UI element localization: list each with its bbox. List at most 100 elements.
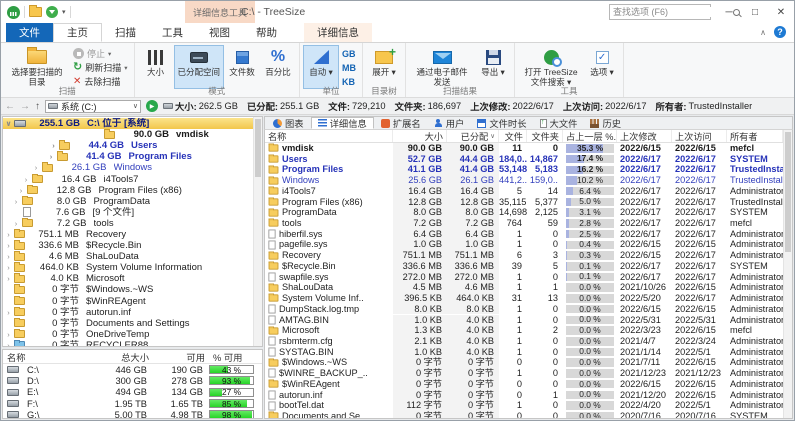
back-icon[interactable]: ← — [5, 101, 15, 112]
open-folder-icon[interactable] — [29, 5, 42, 17]
table-row[interactable]: pagefile.sys 1.0 GB 1.0 GB 1 0 0.4 % 2022/6/15… — [265, 239, 783, 251]
table-row[interactable]: Program Files (x86) 12.8 GB 12.8 GB 35,115 5… — [265, 196, 783, 208]
tree-row[interactable]: › 0 字节 autorun.inf — [3, 306, 253, 318]
expander-icon[interactable]: › — [48, 140, 59, 151]
unit-gb-button[interactable]: GB — [339, 47, 359, 60]
table-row[interactable]: Documents and Se.. 0 字节 0 字节 0 0 0.0 % 2020/7/… — [265, 410, 783, 418]
tree-row[interactable]: › 0 字节 RECYCLER88 — [3, 339, 253, 346]
table-row[interactable]: swapfile.sys 272.0 MB 272.0 MB 1 0 0.1 % 2022/… — [265, 271, 783, 283]
expander-icon[interactable]: › — [16, 185, 27, 196]
mode-file-count-button[interactable]: 文件数 — [224, 45, 260, 89]
drive-row[interactable]: C:\ 446 GB 190 GB 43 % — [3, 364, 262, 375]
drive-row[interactable]: F:\ 1.95 TB 1.65 TB 85 % — [3, 398, 262, 409]
treesize-app-icon[interactable] — [7, 5, 20, 19]
expander-icon[interactable]: › — [3, 262, 14, 273]
drive-column-header[interactable]: 名称 — [3, 350, 91, 364]
search-box[interactable] — [609, 4, 740, 20]
search-input[interactable] — [610, 7, 733, 17]
table-row[interactable]: $WinREAgent 0 字节 0 字节 0 0 0.0 % 2022/6/15 2022/… — [265, 378, 783, 390]
table-row[interactable]: Recovery 751.1 MB 751.1 MB 6 3 0.3 % 2022/6/15… — [265, 250, 783, 261]
stop-scan-button[interactable]: 停止 ▾ — [70, 47, 131, 60]
filter-icon[interactable] — [46, 6, 58, 18]
drive-selector[interactable]: 系统 (C:) ∨ — [45, 99, 141, 113]
tree-row[interactable]: › 8.0 GB ProgramData — [3, 195, 253, 207]
export-button[interactable]: 导出 ▾ — [475, 45, 511, 89]
tree-row[interactable]: › 751.1 MB Recovery — [3, 228, 253, 240]
table-row[interactable]: tools 7.2 GB 7.2 GB 764 59 2.8 % 2022/6/17 2022… — [265, 218, 783, 229]
table-row[interactable]: rsbmterm.cfg 2.1 KB 4.0 KB 1 0 0.0 % 2021/4/7 2… — [265, 335, 783, 347]
table-row[interactable]: ProgramData 8.0 GB 8.0 GB 14,698 2,125 3.1 % 2… — [265, 207, 783, 219]
view-tab-chart[interactable]: 图表 — [267, 117, 310, 129]
tab-details-context[interactable]: 详细信息 — [304, 23, 372, 42]
table-row[interactable]: $WINRE_BACKUP_.. 0 字节 0 字节 1 0 0.0 % 2021/12/2… — [265, 368, 783, 379]
tree-row[interactable]: 90.0 GB vmdisk — [3, 129, 253, 140]
table-row[interactable]: ShaLouData 4.5 MB 4.6 MB 1 1 0.0 % 2021/10/26 2… — [265, 282, 783, 294]
tree-scrollbar-thumb[interactable] — [255, 119, 261, 177]
view-tab-top-files[interactable]: 大文件 — [534, 117, 584, 129]
table-row[interactable]: autorun.inf 0 字节 0 字节 0 1 0.0 % 2021/12/20 2022… — [265, 389, 783, 401]
up-icon[interactable]: ↑ — [35, 101, 40, 112]
tree-row[interactable]: 0 字节 $WinREAgent — [3, 295, 253, 307]
expander-icon[interactable]: › — [3, 229, 14, 240]
expander-icon[interactable]: › — [3, 307, 14, 318]
tab-view[interactable]: 视图 — [196, 23, 243, 42]
tree-row[interactable]: 0 字节 $Windows.~WS — [3, 284, 253, 295]
column-header[interactable]: 占上一层 %.. — [563, 130, 617, 142]
details-scrollbar[interactable] — [783, 130, 792, 418]
expander-icon[interactable]: › — [3, 273, 14, 284]
drive-row[interactable]: G:\ 5.00 TB 4.98 TB 98 % — [3, 409, 262, 418]
tree-row[interactable]: › 4.0 KB Microsoft — [3, 273, 253, 284]
column-header[interactable]: 大小 — [393, 130, 447, 142]
tree-row[interactable]: › 16.4 GB i4Tools7 — [3, 173, 253, 185]
table-row[interactable]: i4Tools7 16.4 GB 16.4 GB 5 14 6.4 % 2022/6/17 2… — [265, 185, 783, 197]
table-row[interactable]: AMTAG.BIN 1.0 KB 4.0 KB 1 0 0.0 % 2022/5/31 202… — [265, 314, 783, 326]
tree-row[interactable]: › 12.8 GB Program Files (x86) — [3, 184, 253, 196]
tab-file[interactable]: 文件 — [6, 23, 53, 42]
mode-size-button[interactable]: 大小 — [138, 45, 174, 89]
table-row[interactable]: System Volume Inf.. 396.5 KB 464.0 KB 31 13 0… — [265, 293, 783, 304]
tree-row[interactable]: › 4.6 MB ShaLouData — [3, 251, 253, 262]
table-row[interactable]: vmdisk 90.0 GB 90.0 GB 11 0 35.3 % 2022/6/15 20… — [265, 143, 783, 154]
view-tab-history[interactable]: 历史 — [584, 117, 627, 129]
drive-column-header[interactable]: 可用 — [153, 350, 209, 364]
tab-help[interactable]: 帮助 — [243, 23, 290, 42]
mode-percent-button[interactable]: % 百分比 — [260, 45, 296, 89]
table-row[interactable]: DumpStack.log.tmp 8.0 KB 8.0 KB 1 0 0.0 % 2022… — [265, 303, 783, 315]
table-row[interactable]: Users 52.7 GB 44.4 GB 184,0.. 14,867 17.4 % 20… — [265, 153, 783, 165]
expander-icon[interactable]: › — [11, 218, 22, 229]
tree-row[interactable]: › 7.2 GB tools — [3, 217, 253, 229]
drive-row[interactable]: E:\ 494 GB 134 GB 27 % — [3, 387, 262, 398]
tree-row[interactable]: › 464.0 KB System Volume Information — [3, 262, 253, 273]
column-header[interactable]: 已分配 ∨ — [447, 130, 499, 142]
drive-column-header[interactable]: 总大小 — [91, 350, 153, 364]
column-header[interactable]: 上次修改 — [617, 130, 672, 142]
close-button[interactable]: ✕ — [768, 1, 794, 23]
view-tab-file-age[interactable]: 文件时长 — [471, 117, 532, 129]
view-tab-details[interactable]: 详细信息 — [310, 117, 374, 129]
tree-row[interactable]: 7.6 GB [9 个文件] — [3, 207, 253, 218]
options-button[interactable]: ✓ 选项 ▾ — [584, 45, 620, 89]
table-row[interactable]: $Recycle.Bin 336.6 MB 336.6 MB 39 5 0.1 % 2022… — [265, 260, 783, 272]
send-email-button[interactable]: 通过电子邮件发送 — [409, 45, 475, 89]
expander-icon[interactable]: › — [3, 340, 14, 346]
mode-allocated-button[interactable]: 已分配空间 — [173, 45, 225, 89]
table-row[interactable]: Microsoft 1.3 KB 4.0 KB 1 2 0.0 % 2022/3/23 202… — [265, 325, 783, 336]
maximize-button[interactable]: □ — [742, 1, 768, 23]
column-header[interactable]: 名称 — [265, 130, 393, 142]
tab-home[interactable]: 主页 — [53, 23, 102, 42]
start-scan-button[interactable]: ▶ — [146, 100, 158, 112]
column-header[interactable]: 所有者 — [727, 130, 783, 142]
expander-icon[interactable]: › — [3, 329, 14, 340]
tree-row[interactable]: ∨ 255.1 GB C:\ 位于 [系统] — [3, 118, 253, 130]
expander-icon[interactable]: › — [31, 162, 42, 173]
tree-row[interactable]: › 26.1 GB Windows — [3, 162, 253, 173]
column-header[interactable]: 文件 — [499, 130, 527, 142]
table-row[interactable]: bootTel.dat 112 字节 0 字节 1 0 0.0 % 2022/4/20 202… — [265, 400, 783, 411]
expander-icon[interactable]: › — [21, 174, 32, 185]
table-row[interactable]: $Windows.~WS 0 字节 0 字节 0 0 0.0 % 2021/7/11 2022… — [265, 357, 783, 369]
select-directory-button[interactable]: 选择要扫描的目录 — [4, 45, 70, 89]
refresh-scan-button[interactable]: ↻ 刷新扫描 ▾ — [70, 61, 131, 74]
table-row[interactable]: SYSTAG.BIN 1.0 KB 4.0 KB 1 0 0.0 % 2021/1/14 20… — [265, 346, 783, 358]
help-icon[interactable]: ? — [774, 26, 786, 38]
expander-icon[interactable]: ∨ — [3, 118, 14, 129]
